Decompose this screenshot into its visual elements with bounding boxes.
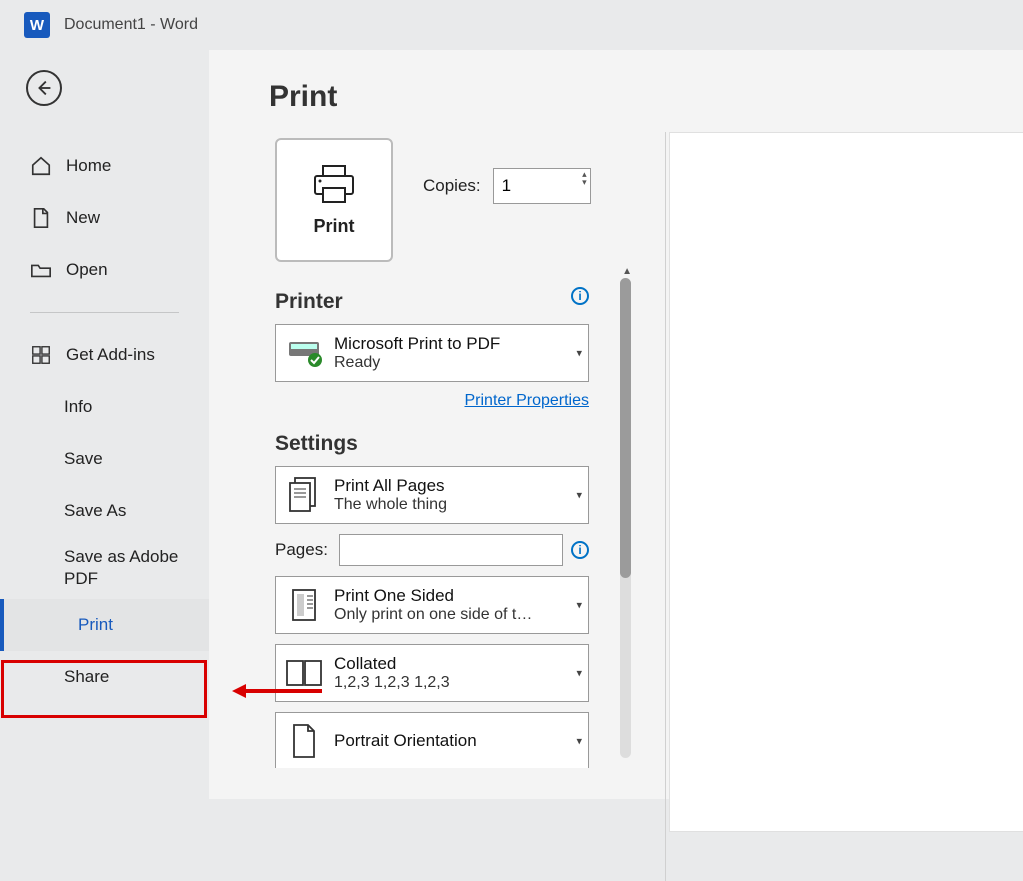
nav-info[interactable]: Info bbox=[0, 381, 209, 433]
arrow-left-icon bbox=[33, 77, 55, 99]
collate-line1: Collated bbox=[334, 654, 580, 674]
sided-selector[interactable]: Print One Sided Only print on one side o… bbox=[275, 576, 589, 634]
addins-icon bbox=[30, 344, 52, 366]
nav-open-label: Open bbox=[66, 260, 108, 280]
back-button[interactable] bbox=[26, 70, 62, 106]
printer-status: Ready bbox=[334, 354, 580, 372]
nav-save[interactable]: Save bbox=[0, 433, 209, 485]
chevron-down-icon: ▾ bbox=[576, 599, 582, 612]
document-title: Document1 - Word bbox=[64, 16, 198, 34]
nav-saveas-label: Save As bbox=[64, 501, 126, 521]
chevron-down-icon: ▾ bbox=[576, 667, 582, 680]
nav-home[interactable]: Home bbox=[0, 140, 209, 192]
word-app-icon: W bbox=[24, 12, 50, 38]
home-icon bbox=[30, 155, 52, 177]
printer-icon bbox=[309, 164, 359, 206]
copies-label: Copies: bbox=[423, 176, 481, 196]
printer-section-title: Printer bbox=[275, 290, 343, 314]
one-sided-icon bbox=[284, 585, 324, 625]
sided-line2: Only print on one side of t… bbox=[334, 606, 580, 624]
print-button[interactable]: Print bbox=[275, 138, 393, 262]
printer-properties-link[interactable]: Printer Properties bbox=[465, 392, 590, 409]
print-what-line1: Print All Pages bbox=[334, 476, 580, 496]
sided-line1: Print One Sided bbox=[334, 586, 580, 606]
chevron-down-icon: ▾ bbox=[576, 489, 582, 502]
print-backstage-main: Print Print Copies: ▴▾ bbox=[209, 50, 1023, 799]
nav-home-label: Home bbox=[66, 156, 111, 176]
collate-line2: 1,2,3 1,2,3 1,2,3 bbox=[334, 674, 580, 692]
scroll-up-arrow-icon[interactable]: ▲ bbox=[622, 268, 632, 277]
print-what-line2: The whole thing bbox=[334, 496, 580, 514]
nav-addins-label: Get Add-ins bbox=[66, 345, 155, 365]
scrollbar[interactable]: ▲ bbox=[616, 268, 634, 768]
page-title: Print bbox=[269, 80, 634, 114]
preview-divider bbox=[665, 132, 666, 881]
new-doc-icon bbox=[30, 207, 52, 229]
nav-saveas[interactable]: Save As bbox=[0, 485, 209, 537]
copies-input[interactable] bbox=[493, 168, 591, 204]
nav-print[interactable]: Print bbox=[0, 599, 209, 651]
collated-icon bbox=[284, 653, 324, 693]
settings-section-title: Settings bbox=[275, 432, 614, 456]
pages-input[interactable] bbox=[339, 534, 563, 566]
backstage-sidebar: Home New Open Get Add-ins Info Save Save… bbox=[0, 50, 209, 799]
printer-selector[interactable]: Microsoft Print to PDF Ready ▾ bbox=[275, 324, 589, 382]
pages-info-icon[interactable]: i bbox=[571, 541, 589, 559]
nav-save-adobe-label: Save as Adobe PDF bbox=[64, 546, 209, 590]
copies-spinner[interactable]: ▴▾ bbox=[582, 170, 587, 186]
pages-label: Pages: bbox=[275, 540, 331, 560]
nav-open[interactable]: Open bbox=[0, 244, 209, 296]
nav-save-adobe[interactable]: Save as Adobe PDF bbox=[0, 537, 209, 599]
printer-name: Microsoft Print to PDF bbox=[334, 334, 580, 354]
nav-new[interactable]: New bbox=[0, 192, 209, 244]
nav-share[interactable]: Share bbox=[0, 651, 209, 703]
orientation-line1: Portrait Orientation bbox=[334, 731, 580, 751]
preview-page bbox=[669, 132, 1023, 832]
scrollbar-thumb[interactable] bbox=[620, 278, 631, 578]
chevron-down-icon: ▾ bbox=[576, 735, 582, 748]
printer-info-icon[interactable]: i bbox=[571, 287, 589, 305]
printer-ready-icon bbox=[284, 333, 324, 373]
title-bar: W Document1 - Word bbox=[0, 0, 1023, 50]
portrait-icon bbox=[284, 721, 324, 761]
nav-new-label: New bbox=[66, 208, 100, 228]
nav-print-label: Print bbox=[78, 615, 113, 635]
collate-selector[interactable]: Collated 1,2,3 1,2,3 1,2,3 ▾ bbox=[275, 644, 589, 702]
nav-share-label: Share bbox=[64, 667, 109, 687]
print-what-selector[interactable]: Print All Pages The whole thing ▾ bbox=[275, 466, 589, 524]
nav-addins[interactable]: Get Add-ins bbox=[0, 329, 209, 381]
print-preview bbox=[669, 132, 1023, 799]
orientation-selector[interactable]: Portrait Orientation ▾ bbox=[275, 712, 589, 768]
chevron-down-icon: ▾ bbox=[576, 347, 582, 360]
nav-info-label: Info bbox=[64, 397, 92, 417]
pages-icon bbox=[284, 475, 324, 515]
print-button-label: Print bbox=[313, 216, 354, 237]
nav-divider bbox=[30, 312, 179, 313]
nav-save-label: Save bbox=[64, 449, 103, 469]
folder-open-icon bbox=[30, 259, 52, 281]
